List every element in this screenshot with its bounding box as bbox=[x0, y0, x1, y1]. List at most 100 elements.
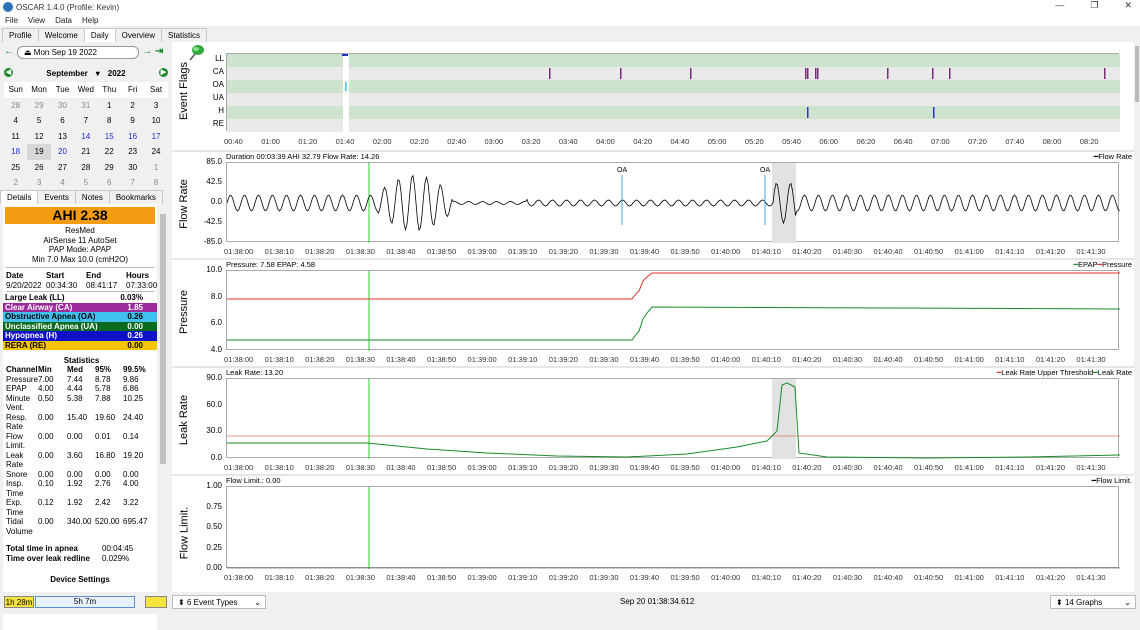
flow-rate-plot[interactable]: OA OA bbox=[226, 162, 1120, 243]
calendar-day[interactable]: 29 bbox=[27, 98, 50, 114]
calendar-day[interactable]: 8 bbox=[98, 113, 121, 129]
calendar-day[interactable]: 5 bbox=[27, 113, 50, 129]
epap-line bbox=[227, 306, 1121, 341]
x-tick-label: 02:20 bbox=[410, 137, 429, 146]
event-index-row[interactable]: Hypopnea (H) 0.26 bbox=[3, 331, 157, 341]
calendar-day[interactable]: 19 bbox=[27, 144, 51, 160]
calendar-day[interactable]: 20 bbox=[51, 144, 74, 160]
zoom-duration-end[interactable] bbox=[145, 596, 167, 608]
event-index-row[interactable]: Unclassified Apnea (UA) 0.00 bbox=[3, 321, 157, 331]
leak-rate-plot[interactable] bbox=[226, 378, 1121, 459]
tab-daily[interactable]: Daily bbox=[83, 28, 116, 42]
calendar-day[interactable]: 4 bbox=[51, 175, 74, 191]
calendar-day[interactable]: 4 bbox=[4, 113, 27, 129]
calendar-day[interactable]: 2 bbox=[4, 175, 27, 191]
calendar-day[interactable]: 22 bbox=[98, 144, 121, 160]
calendar-day[interactable]: 31 bbox=[74, 98, 97, 114]
calendar-day[interactable]: 8 bbox=[144, 175, 167, 191]
maximize-button[interactable]: ❐ bbox=[1090, 0, 1098, 11]
graphs-dropdown[interactable]: ⬍ 14 Graphs ⌄ bbox=[1050, 595, 1136, 609]
calendar-day[interactable]: 23 bbox=[121, 144, 144, 160]
calendar-day[interactable]: 25 bbox=[4, 160, 27, 176]
calendar-day[interactable]: 5 bbox=[74, 175, 97, 191]
prev-day-icon[interactable]: ← bbox=[4, 47, 14, 57]
calendar-day[interactable]: 27 bbox=[51, 160, 74, 176]
calendar-day[interactable]: 6 bbox=[98, 175, 121, 191]
event-index-row[interactable]: RERA (RE) 0.00 bbox=[3, 340, 157, 350]
chevron-down-icon[interactable]: ▾ bbox=[96, 69, 100, 78]
event-index-row[interactable]: Large Leak (LL) 0.03% bbox=[3, 293, 157, 303]
tab-bookmarks[interactable]: Bookmarks bbox=[108, 190, 163, 204]
calendar-day[interactable]: 21 bbox=[74, 144, 97, 160]
calendar-day[interactable]: 28 bbox=[74, 160, 97, 176]
pressure-plot[interactable] bbox=[226, 270, 1121, 351]
flow-limit-plot[interactable] bbox=[226, 486, 1120, 569]
statistics-row: Insp. Time 0.10 1.92 2.76 4.00 bbox=[6, 479, 157, 498]
prev-month-icon[interactable]: ◀ bbox=[4, 68, 13, 77]
x-tick-label: 07:40 bbox=[1005, 137, 1025, 146]
x-tick-label: 01:40:40 bbox=[873, 355, 903, 364]
next-month-icon[interactable]: ▶ bbox=[159, 68, 168, 77]
calendar-day[interactable]: 16 bbox=[121, 129, 144, 145]
event-name: RERA (RE) bbox=[5, 340, 47, 350]
tab-overview[interactable]: Overview bbox=[114, 28, 163, 42]
calendar-day[interactable]: 13 bbox=[51, 129, 74, 145]
zoom-duration-short[interactable]: 1h 28m bbox=[4, 596, 34, 608]
last-day-icon[interactable]: ⇥ bbox=[155, 47, 163, 57]
menu-file[interactable]: File bbox=[5, 16, 18, 25]
graphs-scroll-thumb[interactable] bbox=[1135, 46, 1139, 102]
event-index-row[interactable]: Obstructive Apnea (OA) 0.26 bbox=[3, 312, 157, 322]
menu-view[interactable]: View bbox=[28, 16, 45, 25]
calendar-day[interactable]: 9 bbox=[121, 113, 144, 129]
x-tick-label: 01:39:10 bbox=[508, 463, 538, 472]
tab-profile[interactable]: Profile bbox=[2, 28, 39, 42]
calendar-day[interactable]: 11 bbox=[4, 129, 27, 145]
tab-notes[interactable]: Notes bbox=[74, 190, 110, 204]
date-picker[interactable]: ⏏ Mon Sep 19 2022 bbox=[17, 45, 139, 59]
flag-row-band bbox=[227, 106, 1120, 119]
calendar-day[interactable]: 3 bbox=[144, 98, 167, 114]
calendar-day[interactable]: 7 bbox=[121, 175, 144, 191]
menu-help[interactable]: Help bbox=[82, 16, 98, 25]
statistics-cell: 5.78 bbox=[95, 384, 111, 393]
calendar-day[interactable]: 30 bbox=[121, 160, 144, 176]
calendar-day[interactable]: 14 bbox=[74, 129, 97, 145]
tab-statistics[interactable]: Statistics bbox=[161, 28, 208, 42]
event-flags-plot[interactable] bbox=[226, 53, 1120, 132]
y-tick-label: -42.5 bbox=[203, 217, 222, 226]
tab-events[interactable]: Events bbox=[37, 190, 76, 204]
calendar-day[interactable]: 15 bbox=[98, 129, 121, 145]
minimize-button[interactable]: — bbox=[1055, 0, 1064, 11]
next-day-icon[interactable]: → bbox=[142, 47, 152, 57]
zoom-duration-range[interactable]: 5h 7m bbox=[35, 596, 135, 608]
calendar-day[interactable]: 17 bbox=[144, 129, 167, 145]
menu-data[interactable]: Data bbox=[55, 16, 72, 25]
calendar-day[interactable]: 24 bbox=[144, 144, 167, 160]
close-button[interactable]: ✕ bbox=[1124, 0, 1132, 11]
calendar-day[interactable]: 3 bbox=[27, 175, 50, 191]
calendar-day[interactable]: 12 bbox=[27, 129, 50, 145]
calendar-month[interactable]: September bbox=[46, 69, 87, 78]
calendar-day[interactable]: 1 bbox=[144, 160, 167, 176]
calendar-day[interactable]: 6 bbox=[51, 113, 74, 129]
x-tick-label: 01:40:30 bbox=[832, 247, 863, 256]
details-scroll-thumb[interactable] bbox=[160, 214, 166, 464]
calendar-day[interactable]: 7 bbox=[74, 113, 97, 129]
tab-welcome[interactable]: Welcome bbox=[37, 28, 85, 42]
calendar-day[interactable]: 30 bbox=[51, 98, 74, 114]
event-types-dropdown[interactable]: ⬍ 6 Event Types ⌄ bbox=[172, 595, 266, 609]
calendar-day[interactable]: 26 bbox=[27, 160, 50, 176]
tab-details[interactable]: Details bbox=[0, 190, 39, 204]
x-tick-label: 01:38:40 bbox=[386, 463, 416, 472]
calendar-day[interactable]: 28 bbox=[4, 98, 27, 114]
calendar-year[interactable]: 2022 bbox=[108, 69, 126, 78]
graphs-scrollbar[interactable] bbox=[1134, 42, 1140, 592]
x-tick-label: 01:40:20 bbox=[792, 355, 822, 364]
calendar-day[interactable]: 2 bbox=[121, 98, 144, 114]
calendar-day[interactable]: 10 bbox=[144, 113, 167, 129]
details-scrollbar[interactable] bbox=[159, 204, 167, 630]
calendar-day[interactable]: 18 bbox=[4, 144, 27, 160]
calendar-day[interactable]: 29 bbox=[98, 160, 121, 176]
event-index-row[interactable]: Clear Airway (CA) 1.85 bbox=[3, 302, 157, 312]
calendar-day[interactable]: 1 bbox=[98, 98, 121, 114]
